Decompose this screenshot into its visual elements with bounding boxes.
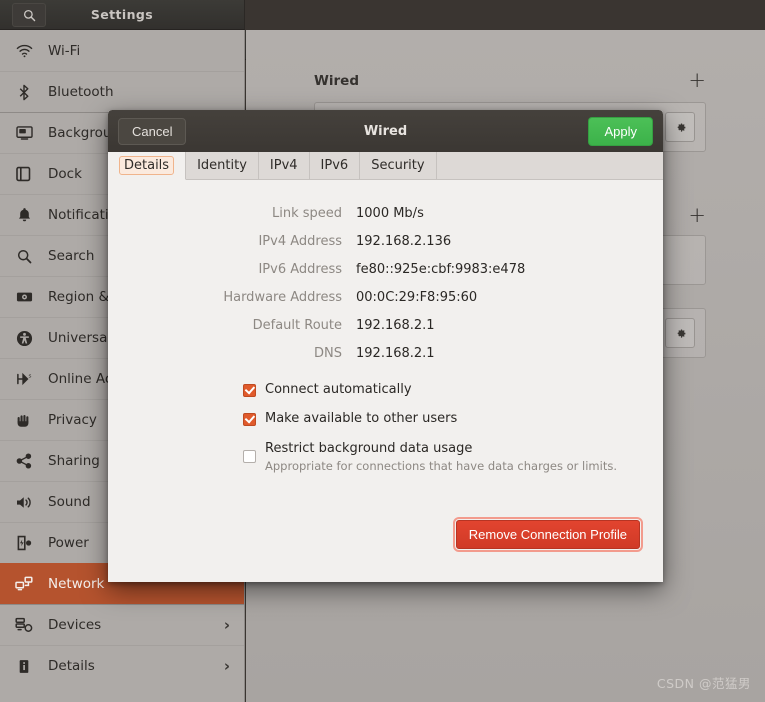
sidebar-item-label: Details [48,658,95,674]
gear-icon[interactable] [665,318,695,348]
tabbar-filler [436,152,663,179]
detail-label: Hardware Address [223,290,342,305]
checkbox-sublabel: Appropriate for connections that have da… [265,458,617,473]
background-icon [14,125,34,141]
search-icon [23,9,36,22]
devices-icon [14,617,34,633]
search-icon [14,249,34,264]
dialog-header: Cancel Wired Apply [108,110,663,152]
tab-label: IPv6 [320,158,349,173]
dialog-body: Link speed 1000 Mb/s IPv4 Address 192.16… [108,180,663,582]
add-connection-button[interactable]: + [688,70,706,91]
tab-label: IPv4 [269,158,298,173]
settings-titlebar: Settings [0,0,245,30]
tab-label: Identity [197,158,247,173]
detail-value: 00:0C:29:F8:95:60 [356,290,478,305]
sidebar-item-label: Bluetooth [48,84,114,100]
detail-row-ipv6-address: IPv6 Address fe80::925e:cbf:9983:e478 [108,262,663,277]
bluetooth-icon [14,84,34,101]
detail-label: DNS [314,346,342,361]
share-icon [14,453,34,469]
privacy-hand-icon [14,412,34,428]
detail-label: Link speed [271,206,342,221]
detail-value: 1000 Mb/s [356,206,424,221]
settings-window-title: Settings [90,7,154,22]
region-icon [14,290,34,304]
checkbox-restrict-background-data[interactable]: Restrict background data usage Appropria… [243,441,663,473]
sidebar-item-devices[interactable]: Devices › [0,604,244,645]
tab-label: Security [371,158,425,173]
detail-label: Default Route [252,318,342,333]
tab-ipv6[interactable]: IPv6 [309,152,361,179]
apply-button[interactable]: Apply [588,116,653,146]
chevron-right-icon: › [223,657,230,675]
bell-icon [14,207,34,223]
cancel-button[interactable]: Cancel [118,117,187,145]
tab-security[interactable]: Security [360,152,437,179]
checkbox-unchecked-icon[interactable] [243,449,256,463]
detail-label: IPv6 Address [258,262,342,277]
detail-row-dns: DNS 192.168.2.1 [108,346,663,361]
speaker-icon [14,495,34,510]
checkbox-make-available-other-users[interactable]: Make available to other users [243,411,663,427]
chevron-right-icon: › [223,616,230,634]
wired-section-header: Wired + [314,70,706,91]
tab-details[interactable]: Details [108,152,187,180]
tab-ipv4[interactable]: IPv4 [258,152,310,179]
screen: Settings Network Wired + [0,0,765,702]
dialog-tabbar: Details Identity IPv4 IPv6 Security [108,152,663,180]
detail-row-link-speed: Link speed 1000 Mb/s [108,206,663,221]
sidebar-item-wifi[interactable]: Wi-Fi [0,30,244,71]
remove-connection-profile-button[interactable]: Remove Connection Profile [452,517,644,552]
checkbox-label: Connect automatically [265,382,412,397]
wifi-icon [14,44,34,58]
sidebar-item-label: Wi-Fi [48,42,81,59]
detail-row-default-route: Default Route 192.168.2.1 [108,318,663,333]
detail-label: IPv4 Address [258,234,342,249]
checkbox-checked-icon[interactable] [243,413,256,427]
detail-value: fe80::925e:cbf:9983:e478 [356,262,526,277]
power-icon [14,535,34,551]
checkbox-label: Make available to other users [265,411,458,427]
detail-row-hardware-address: Hardware Address 00:0C:29:F8:95:60 [108,290,663,305]
sidebar-item-label: Devices [48,617,102,633]
network-icon [14,576,34,592]
wired-section-title: Wired [314,72,359,89]
dialog-title: Wired [363,123,408,139]
detail-value: 192.168.2.136 [356,234,452,249]
detail-value: 192.168.2.1 [356,318,435,333]
detail-value: 192.168.2.1 [356,346,435,361]
checkbox-connect-automatically[interactable]: Connect automatically [243,382,663,398]
detail-row-ipv4-address: IPv4 Address 192.168.2.136 [108,234,663,249]
checkbox-label: Restrict background data usage [265,440,473,456]
search-button[interactable] [12,3,46,27]
checkbox-checked-icon[interactable] [243,384,256,397]
dock-icon [14,166,34,182]
dialog-checkbox-group: Connect automatically Make available to … [108,382,663,473]
wired-connection-dialog: Cancel Wired Apply Details Identity IPv4… [108,110,663,582]
accessibility-icon [14,330,34,347]
tab-identity[interactable]: Identity [186,152,259,179]
sidebar-item-bluetooth[interactable]: Bluetooth [0,71,244,112]
svg-text:s: s [28,374,31,380]
tab-label: Details [119,156,175,175]
info-icon [14,659,34,674]
add-second-button[interactable]: + [688,205,706,226]
sidebar-item-details[interactable]: Details › [0,645,244,686]
gear-icon[interactable] [665,112,695,142]
online-accounts-icon: s [14,371,34,387]
